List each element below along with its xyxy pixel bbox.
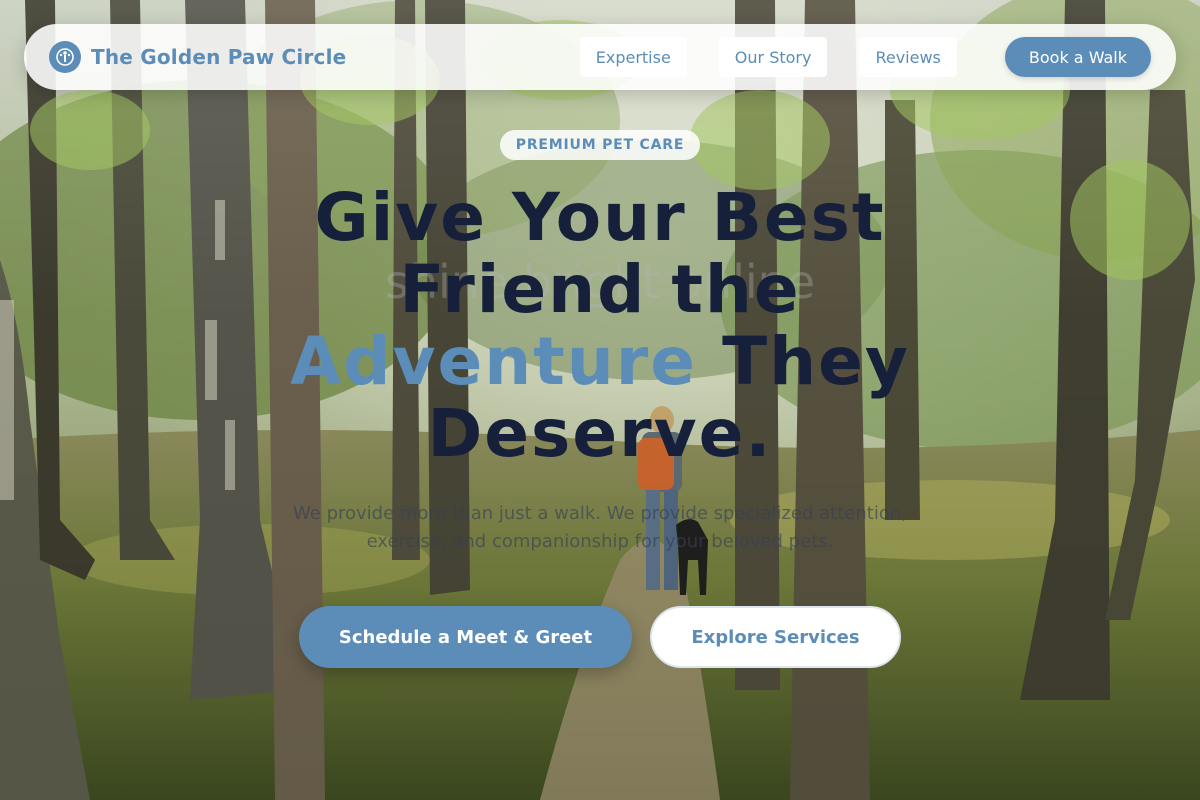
- paw-circle-logo-icon: [49, 41, 81, 73]
- headline-part-1: Give Your Best Friend the: [314, 179, 886, 328]
- nav-links: Expertise Our Story Reviews Book a Walk: [579, 37, 1151, 77]
- hero-headline: Give Your Best Friend the Adventure They…: [270, 182, 930, 470]
- brand-link[interactable]: The Golden Paw Circle: [49, 41, 346, 73]
- nav-link-our-story[interactable]: Our Story: [718, 37, 828, 77]
- book-a-walk-button[interactable]: Book a Walk: [1004, 37, 1151, 77]
- nav-link-expertise[interactable]: Expertise: [579, 37, 687, 77]
- brand-name: The Golden Paw Circle: [91, 45, 347, 69]
- hero-cta-row: Schedule a Meet & Greet Explore Services: [299, 606, 901, 668]
- premium-badge: PREMIUM PET CARE: [499, 130, 701, 160]
- headline-accent: Adventure: [290, 323, 698, 400]
- top-navbar: The Golden Paw Circle Expertise Our Stor…: [24, 24, 1176, 90]
- nav-link-reviews[interactable]: Reviews: [859, 37, 957, 77]
- hero-section: PREMIUM PET CARE Give Your Best Friend t…: [0, 130, 1200, 668]
- schedule-meet-greet-button[interactable]: Schedule a Meet & Greet: [299, 606, 632, 668]
- hero-subtext: We provide more than just a walk. We pro…: [293, 503, 907, 552]
- explore-services-button[interactable]: Explore Services: [650, 606, 901, 668]
